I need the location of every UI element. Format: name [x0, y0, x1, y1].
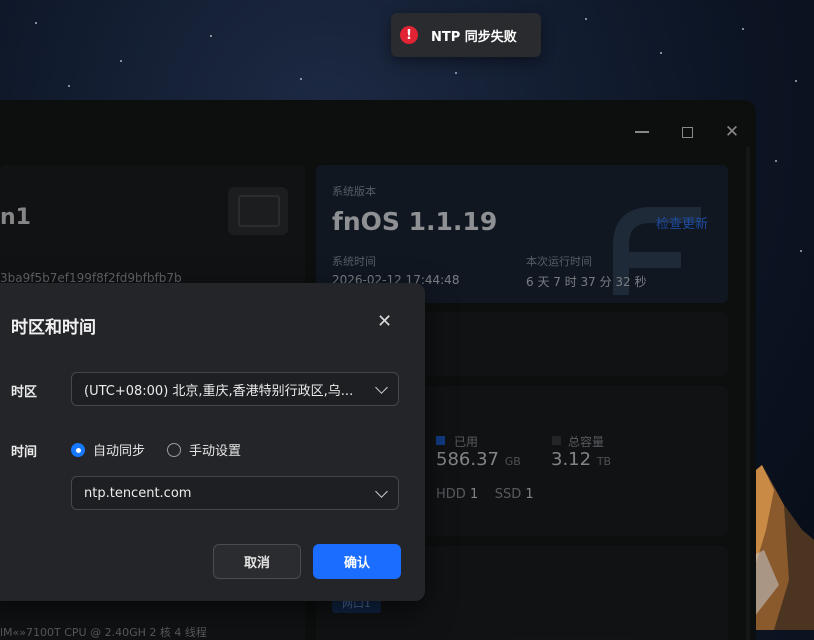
used-legend-icon — [436, 436, 445, 445]
radio-selected-icon[interactable] — [71, 442, 85, 457]
ntp-server-value: ntp.tencent.com — [84, 485, 192, 501]
used-number: 586.37 — [436, 449, 499, 470]
used-unit: GB — [504, 455, 521, 468]
device-icon — [228, 187, 288, 235]
error-icon: ! — [400, 26, 418, 44]
radio-unselected-icon[interactable] — [167, 442, 181, 457]
manual-set-radio[interactable]: 手动设置 — [167, 440, 241, 459]
system-version: fnOS 1.1.19 — [332, 207, 498, 236]
device-name: n1 — [0, 205, 31, 230]
timezone-label: 时区 — [11, 385, 38, 400]
time-label: 时间 — [11, 445, 38, 460]
auto-sync-radio[interactable]: 自动同步 — [71, 440, 145, 459]
system-time-label: 系统时间 — [332, 255, 376, 268]
close-icon[interactable]: ✕ — [377, 311, 392, 332]
auto-sync-label: 自动同步 — [93, 444, 146, 459]
hdd-count: 1 — [469, 487, 479, 502]
disk-counts: HDD 1 SSD 1 — [436, 487, 534, 502]
chevron-down-icon — [375, 381, 388, 394]
hdd-label: HDD — [436, 487, 466, 502]
cancel-button[interactable]: 取消 — [213, 544, 301, 579]
total-value: 3.12 TB — [551, 449, 611, 470]
minimize-icon[interactable] — [632, 122, 652, 142]
manual-set-label: 手动设置 — [189, 444, 242, 459]
scrollbar[interactable] — [746, 147, 750, 640]
total-label: 总容量 — [568, 435, 605, 449]
total-legend-icon — [552, 436, 561, 445]
close-window-icon[interactable]: ✕ — [722, 122, 742, 142]
version-label: 系统版本 — [332, 185, 376, 198]
used-value: 586.37 GB — [436, 449, 521, 470]
chevron-down-icon — [375, 485, 388, 498]
ntp-server-select[interactable]: ntp.tencent.com — [71, 476, 399, 510]
confirm-button[interactable]: 确认 — [313, 544, 401, 579]
ntp-error-toast: ! NTP 同步失败 — [391, 13, 541, 57]
uptime-value: 6 天 7 时 37 分 32 秒 — [526, 275, 647, 289]
check-update-link[interactable]: 检查更新 — [656, 213, 708, 232]
ssd-count: 1 — [525, 487, 534, 502]
total-number: 3.12 — [551, 449, 592, 470]
ssd-label: SSD — [494, 487, 522, 502]
maximize-icon[interactable] — [677, 122, 697, 142]
uptime-label: 本次运行时间 — [526, 255, 592, 268]
timezone-value: (UTC+08:00) 北京,重庆,香港特别行政区,乌... — [84, 383, 354, 399]
dialog-title: 时区和时间 — [11, 318, 96, 338]
used-label: 已用 — [454, 435, 479, 449]
total-unit: TB — [596, 455, 612, 468]
device-card: n1 3ba9f5b7ef199f8f2fd9bfbfb7b — [0, 165, 305, 300]
timezone-select[interactable]: (UTC+08:00) 北京,重庆,香港特别行政区,乌... — [71, 372, 399, 406]
timezone-dialog: 时区和时间 ✕ 时区 (UTC+08:00) 北京,重庆,香港特别行政区,乌..… — [0, 283, 425, 601]
toast-message: NTP 同步失败 — [431, 29, 517, 45]
cpu-info: lM«»7100T CPU @ 2.40GH 2 核 4 线程 — [0, 626, 207, 639]
